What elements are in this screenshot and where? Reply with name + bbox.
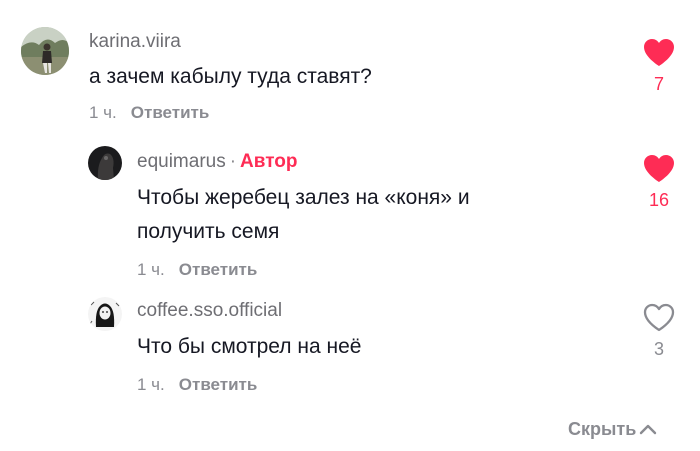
separator-dot: · bbox=[229, 151, 237, 172]
timestamp: 1 ч. bbox=[137, 375, 165, 394]
username[interactable]: equimarus bbox=[137, 151, 226, 172]
like-count: 7 bbox=[653, 74, 664, 94]
reply-button[interactable]: Ответить bbox=[179, 375, 258, 394]
avatar[interactable] bbox=[88, 297, 122, 331]
chevron-up-icon bbox=[640, 424, 657, 434]
username-line: equimarus · Автор bbox=[137, 150, 297, 174]
avatar-drawing-icon bbox=[88, 297, 122, 331]
username[interactable]: karina.viira bbox=[89, 30, 181, 54]
comment-text-line: получить семя bbox=[137, 220, 280, 243]
comment-meta: 1 ч. Ответить bbox=[137, 374, 257, 396]
heart-filled-icon bbox=[644, 39, 674, 66]
hide-replies-button[interactable]: Скрыть bbox=[568, 417, 657, 441]
comment-text: а зачем кабылу туда ставят? bbox=[89, 65, 372, 88]
author-badge: Автор bbox=[240, 151, 298, 172]
avatar[interactable] bbox=[88, 146, 122, 180]
username[interactable]: coffee.sso.official bbox=[137, 299, 282, 323]
comment-text: Чтобы жеребец залез на «коня» и получить… bbox=[137, 181, 470, 249]
heart-filled-icon bbox=[644, 155, 674, 182]
reply-button[interactable]: Ответить bbox=[131, 103, 210, 122]
comment-meta: 1 ч. Ответить bbox=[137, 259, 257, 281]
hide-label: Скрыть bbox=[568, 419, 637, 439]
comment-text-line: Чтобы жеребец залез на «коня» и bbox=[137, 186, 470, 209]
comment-meta: 1 ч. Ответить bbox=[89, 102, 209, 124]
avatar-photo-icon bbox=[88, 146, 122, 180]
like-count: 16 bbox=[648, 190, 670, 210]
timestamp: 1 ч. bbox=[89, 103, 117, 122]
timestamp: 1 ч. bbox=[137, 260, 165, 279]
comment-text: Что бы смотрел на неё bbox=[137, 335, 362, 358]
reply-button[interactable]: Ответить bbox=[179, 260, 258, 279]
heart-outline-icon bbox=[643, 303, 675, 332]
avatar[interactable] bbox=[21, 27, 69, 75]
like-button[interactable]: 7 bbox=[639, 38, 679, 95]
like-count: 3 bbox=[653, 339, 664, 359]
avatar-photo-icon bbox=[21, 27, 69, 75]
like-button[interactable]: 16 bbox=[639, 154, 679, 211]
like-button[interactable]: 3 bbox=[639, 303, 679, 360]
